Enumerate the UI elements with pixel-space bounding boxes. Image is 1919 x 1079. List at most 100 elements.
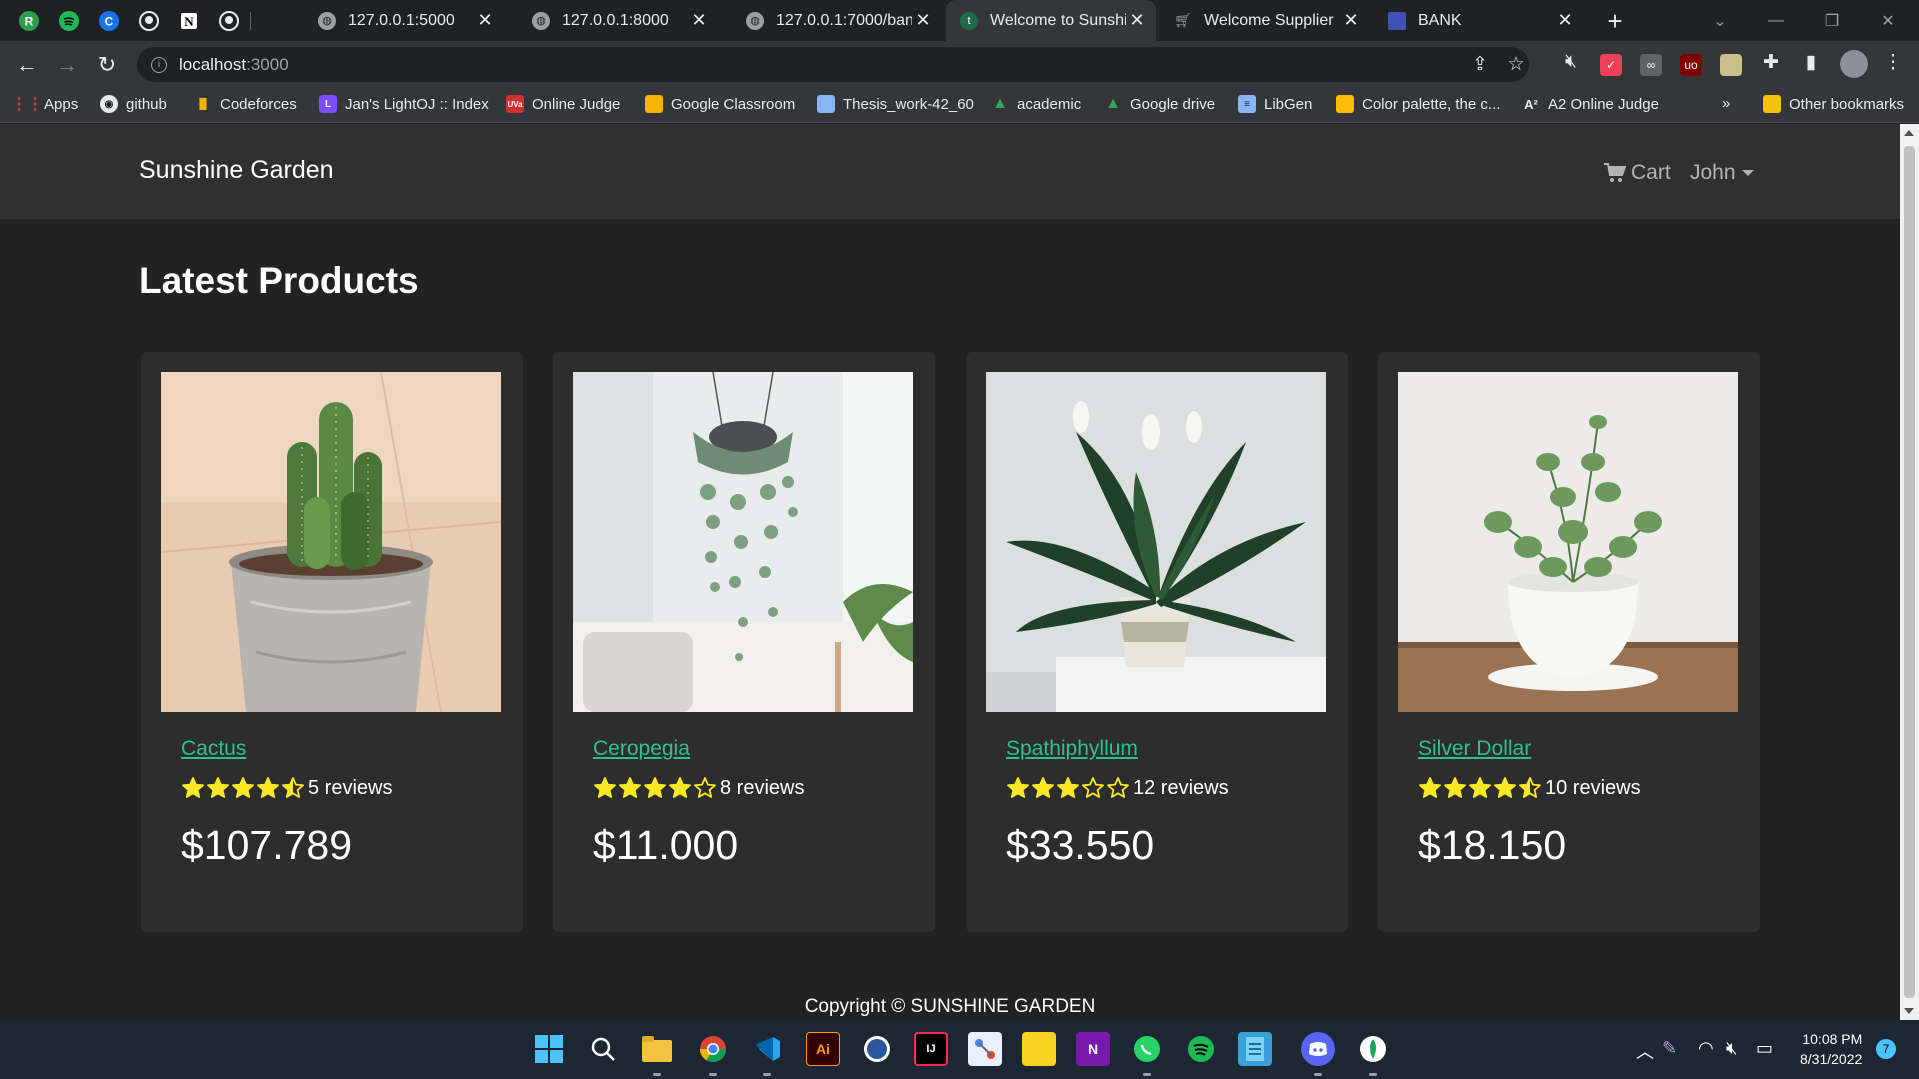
close-tab-icon[interactable]: ✕ — [1340, 10, 1362, 32]
tab-127-8000[interactable]: ◍ 127.0.0.1:8000 ✕ — [518, 0, 718, 41]
tab-sunshine-garden[interactable]: t Welcome to Sunshin ✕ — [946, 0, 1156, 41]
product-image-ceropegia[interactable] — [573, 372, 913, 712]
illustrator-icon[interactable]: Ai — [806, 1032, 840, 1066]
product-name-link[interactable]: Spathiphyllum — [1006, 737, 1138, 761]
windows-start-icon[interactable] — [532, 1032, 566, 1066]
mute-tab-icon[interactable]: 🔇︎ — [1558, 49, 1584, 75]
bookmark-lightoj[interactable]: L Jan's LightOJ :: Index — [319, 95, 489, 113]
close-tab-icon[interactable]: ✕ — [474, 10, 496, 32]
bookmark-thesis[interactable]: Thesis_work-42_60 — [817, 95, 974, 113]
ublock-extension-icon[interactable]: uo — [1680, 54, 1702, 76]
pen-icon[interactable]: ✎ — [1662, 1038, 1677, 1059]
glasses-extension-icon[interactable]: ∞ — [1640, 54, 1662, 76]
web-page: Sunshine Garden Cart John Latest Product… — [0, 124, 1900, 1020]
mindmap-icon[interactable] — [968, 1032, 1002, 1066]
bookmark-label: Other bookmarks — [1789, 95, 1905, 113]
close-tab-icon[interactable]: ✕ — [1554, 10, 1576, 32]
system-clock[interactable]: 10:08 PM 8/31/2022 — [1800, 1029, 1862, 1069]
bookmark-label: Color palette, the c... — [1362, 95, 1501, 113]
back-button[interactable]: ← — [11, 49, 43, 81]
bookmark-google-classroom[interactable]: Google Classroom — [645, 95, 795, 113]
pinned-tab-notion[interactable]: N — [176, 8, 202, 34]
wifi-icon[interactable]: ◠ — [1698, 1038, 1714, 1059]
scroll-up-arrow-icon[interactable] — [1904, 130, 1914, 136]
scroll-thumb[interactable] — [1904, 146, 1915, 998]
bookmark-codeforces[interactable]: ▐▌ Codeforces — [194, 95, 297, 113]
whatsapp-icon[interactable] — [1130, 1032, 1164, 1066]
scroll-down-arrow-icon[interactable] — [1904, 1008, 1914, 1014]
bookmark-libgen[interactable]: ≡ LibGen — [1238, 95, 1312, 113]
more-bookmarks-button[interactable]: » — [1722, 95, 1730, 112]
bookmark-apps[interactable]: ⋮⋮ Apps — [11, 95, 78, 114]
chrome-icon[interactable] — [696, 1032, 730, 1066]
file-explorer-icon[interactable] — [640, 1032, 674, 1066]
pinned-tab-github-2[interactable] — [216, 8, 242, 34]
close-icon: ✕ — [1881, 12, 1895, 30]
pinned-tab-spotify[interactable] — [56, 8, 82, 34]
pinned-tab-r[interactable]: R — [16, 8, 42, 34]
side-panel-icon[interactable]: ▮ — [1798, 49, 1824, 75]
reload-button[interactable]: ↻ — [91, 49, 123, 81]
mongodb-compass-icon[interactable] — [1356, 1032, 1390, 1066]
bookmark-color-palette[interactable]: Color palette, the c... — [1336, 95, 1500, 113]
bookmark-a2-online-judge[interactable]: A² A2 Online Judge — [1522, 95, 1659, 113]
search-icon[interactable] — [586, 1032, 620, 1066]
product-name-link[interactable]: Silver Dollar — [1418, 737, 1531, 761]
menu-kebab-icon[interactable]: ⋮ — [1880, 49, 1906, 75]
address-bar[interactable]: i localhost:3000 ⇪ ☆ — [137, 47, 1529, 82]
product-image-spathiphyllum[interactable] — [986, 372, 1326, 712]
close-window-button[interactable]: ✕ — [1860, 0, 1916, 41]
pocket-extension-icon[interactable]: ✓ — [1600, 54, 1622, 76]
close-tab-icon[interactable]: ✕ — [912, 10, 934, 32]
profile-avatar[interactable] — [1840, 50, 1868, 78]
bookmark-google-drive[interactable]: ▲ Google drive — [1104, 95, 1215, 113]
close-tab-icon[interactable]: ✕ — [1126, 10, 1148, 32]
cart-link[interactable]: Cart — [1604, 161, 1671, 185]
notification-badge[interactable]: 7 — [1876, 1039, 1896, 1059]
bookmark-github[interactable]: ◉ github — [100, 95, 167, 113]
page-scrollbar[interactable] — [1900, 124, 1919, 1020]
product-name-link[interactable]: Ceropegia — [593, 737, 690, 761]
tab-search-button[interactable]: ⌄ — [1692, 0, 1748, 41]
pinned-tab-github[interactable] — [136, 8, 162, 34]
word-circle-icon[interactable] — [860, 1032, 894, 1066]
tab-127-5000[interactable]: ◍ 127.0.0.1:5000 ✕ — [304, 0, 504, 41]
product-name-link[interactable]: Cactus — [181, 737, 246, 761]
minimize-button[interactable]: — — [1748, 0, 1804, 41]
spotify-icon[interactable] — [1184, 1032, 1218, 1066]
tab-bank[interactable]: BANK ✕ — [1374, 0, 1584, 41]
other-bookmarks-folder[interactable]: Other bookmarks — [1763, 95, 1904, 113]
bookmark-online-judge[interactable]: UVa Online Judge — [506, 95, 620, 113]
new-tab-button[interactable]: + — [1600, 6, 1630, 36]
notepad-icon[interactable] — [1238, 1032, 1272, 1066]
discord-icon[interactable] — [1301, 1032, 1335, 1066]
share-icon[interactable]: ⇪ — [1467, 51, 1493, 77]
intellij-icon[interactable]: IJ — [914, 1032, 948, 1066]
forward-button[interactable]: → — [51, 49, 83, 81]
star-full-icon — [1032, 777, 1054, 798]
sticky-notes-icon[interactable] — [1022, 1032, 1056, 1066]
product-rating: 5 reviews — [181, 776, 392, 800]
site-navbar: Sunshine Garden Cart John — [0, 124, 1900, 219]
tab-127-7000-bank[interactable]: ◍ 127.0.0.1:7000/bank ✕ — [732, 0, 942, 41]
vscode-icon[interactable] — [750, 1032, 784, 1066]
volume-muted-icon[interactable]: 🔇︎ — [1726, 1038, 1737, 1059]
sunshine-favicon-icon: t — [960, 11, 978, 30]
user-dropdown[interactable]: John — [1690, 161, 1754, 185]
product-image-cactus[interactable] — [161, 372, 501, 712]
star-full-icon — [619, 777, 641, 798]
tab-welcome-supplier[interactable]: 🛒︎ Welcome Supplier ✕ — [1160, 0, 1370, 41]
bookmark-academic[interactable]: ▲ academic — [991, 95, 1081, 113]
product-image-silver-dollar[interactable] — [1398, 372, 1738, 712]
extensions-puzzle-icon[interactable]: ✚ — [1758, 49, 1784, 75]
notes-extension-icon[interactable] — [1720, 54, 1742, 76]
show-hidden-icons-icon[interactable]: ︿ — [1636, 1038, 1654, 1064]
pinned-tab-c[interactable]: C — [96, 8, 122, 34]
bookmark-star-icon[interactable]: ☆ — [1503, 51, 1529, 77]
site-info-icon[interactable]: i — [151, 56, 167, 73]
battery-icon[interactable]: ▭ — [1756, 1038, 1773, 1059]
restore-button[interactable]: ❐ — [1804, 0, 1860, 41]
brand-link[interactable]: Sunshine Garden — [139, 156, 334, 185]
close-tab-icon[interactable]: ✕ — [688, 10, 710, 32]
onenote-icon[interactable]: N — [1076, 1032, 1110, 1066]
